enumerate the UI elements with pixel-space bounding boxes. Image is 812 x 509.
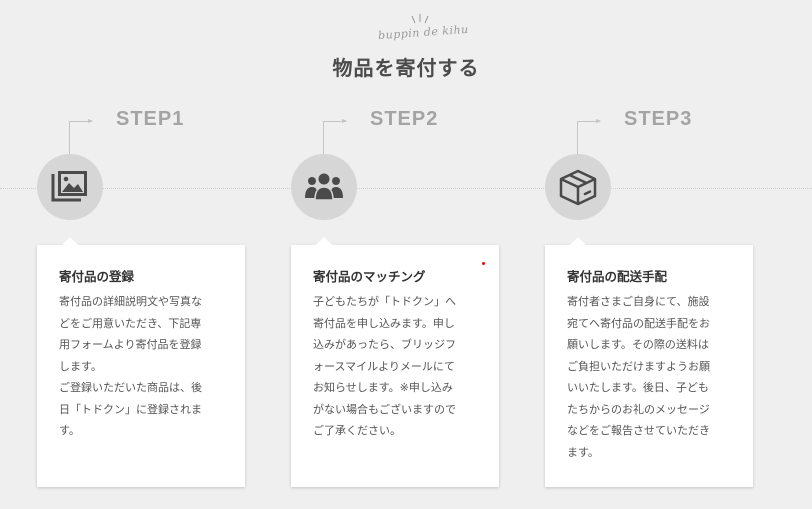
box-icon bbox=[559, 169, 597, 206]
card-text-line: ご負担いただけますようお願 bbox=[567, 359, 710, 373]
step-connector bbox=[69, 119, 93, 156]
step-3: STEP3 寄付品の配送手配 寄付者さまご自身にて、施設 宛てへ寄付品の配送手配… bbox=[543, 0, 773, 509]
card-text-line: す。 bbox=[59, 424, 80, 437]
step-label: STEP2 bbox=[370, 108, 439, 130]
card-text-line: 子どもたちが「トドクン」へ bbox=[313, 295, 456, 308]
step-icon-circle bbox=[291, 154, 357, 220]
step-card: 寄付品の登録 寄付品の詳細説明文や写真な どをご用意いただき、下記専 用フォーム… bbox=[37, 237, 245, 487]
step-icon-circle bbox=[37, 154, 103, 220]
card-text-line: 込みがあったら、ブリッジフ bbox=[313, 338, 456, 351]
card-text-line: ォースマイルよりメールにて bbox=[313, 359, 455, 373]
step-label: STEP3 bbox=[624, 108, 693, 130]
card-title: 寄付品のマッチング bbox=[313, 269, 426, 284]
card-body: 子どもたちが「トドクン」へ 寄付品を申し込みます。申し 込みがあったら、ブリッジ… bbox=[313, 291, 483, 442]
card-text-line: 寄付者さまご自身にて、施設 bbox=[567, 295, 710, 308]
step-card: 寄付品のマッチング 子どもたちが「トドクン」へ 寄付品を申し込みます。申し 込み… bbox=[291, 237, 499, 487]
card-text-line: ご了承ください。 bbox=[313, 424, 401, 437]
card-text-line: 宛てへ寄付品の配送手配をお bbox=[567, 316, 710, 330]
users-icon bbox=[305, 173, 343, 201]
card-text-line: 願いします。その際の送料は bbox=[567, 338, 709, 351]
card-text-line: いいたします。後日、子ども bbox=[567, 381, 709, 394]
card-title: 寄付品の登録 bbox=[59, 269, 135, 284]
card-text-line: 寄付品を申し込みます。申し bbox=[313, 316, 455, 330]
step-card: 寄付品の配送手配 寄付者さまご自身にて、施設 宛てへ寄付品の配送手配をお 願いし… bbox=[545, 237, 753, 487]
step-icon-circle bbox=[545, 154, 611, 220]
card-text-line: ます。 bbox=[567, 445, 599, 459]
images-icon bbox=[51, 171, 87, 202]
card-text-line: がない場合もございますので bbox=[313, 402, 456, 416]
step-2: STEP2 寄付品のマッチング 子どもたちが「トドクン」へ 寄付品を申し込みます… bbox=[289, 0, 519, 509]
marker-dot bbox=[482, 262, 485, 265]
step-label: STEP1 bbox=[116, 108, 185, 130]
step-connector bbox=[577, 119, 601, 156]
card-text-line: お知らせします。※申し込み bbox=[313, 381, 453, 394]
card-text-line: 日「トドクン」に登録されま bbox=[59, 402, 202, 416]
card-text-line: などをご報告させていただき bbox=[567, 424, 710, 437]
card-text-line: ご登録いただいた商品は、後 bbox=[59, 381, 202, 394]
card-text-line: 寄付品の詳細説明文や写真な bbox=[59, 295, 202, 308]
step-1: STEP1 寄付品の登録 寄付品の詳細説明文や写真な どをご用意いただき、下記専… bbox=[35, 0, 265, 509]
card-body: 寄付品の詳細説明文や写真な どをご用意いただき、下記専 用フォームより寄付品を登… bbox=[59, 291, 229, 442]
card-text-line: たちからのお礼のメッセージ bbox=[567, 402, 710, 416]
card-body: 寄付者さまご自身にて、施設 宛てへ寄付品の配送手配をお 願いします。その際の送料… bbox=[567, 291, 737, 463]
card-text-line: 用フォームより寄付品を登録 bbox=[59, 338, 202, 351]
step-connector bbox=[323, 119, 347, 156]
card-text-line: どをご用意いただき、下記専 bbox=[59, 316, 202, 330]
card-title: 寄付品の配送手配 bbox=[567, 269, 668, 284]
card-text-line: します。 bbox=[59, 359, 102, 373]
